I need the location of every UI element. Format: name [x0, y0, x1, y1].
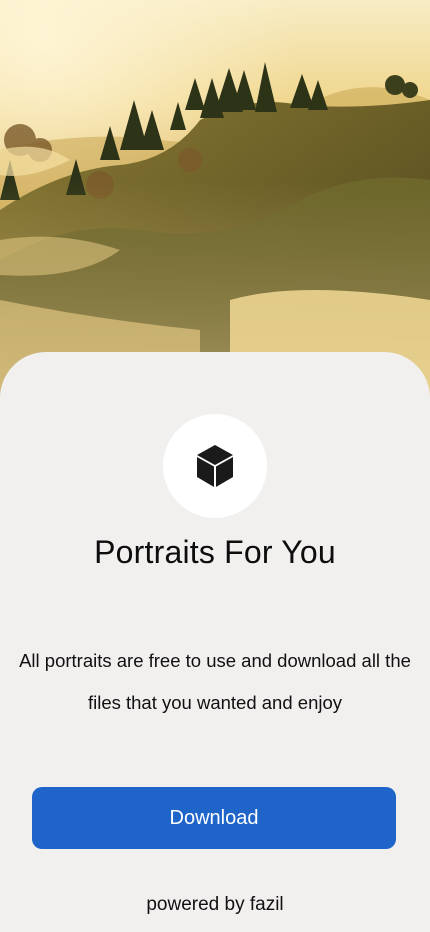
cube-icon — [195, 443, 235, 489]
description-text: All portraits are free to use and downlo… — [19, 650, 411, 713]
download-button[interactable]: Download — [32, 787, 396, 849]
hero-landscape-image — [0, 0, 430, 400]
page-title: Portraits For You — [94, 534, 336, 570]
powered-by-text: powered by fazil — [146, 894, 284, 915]
app-logo — [163, 414, 267, 518]
content-card: Portraits For You All portraits are free… — [0, 352, 430, 932]
